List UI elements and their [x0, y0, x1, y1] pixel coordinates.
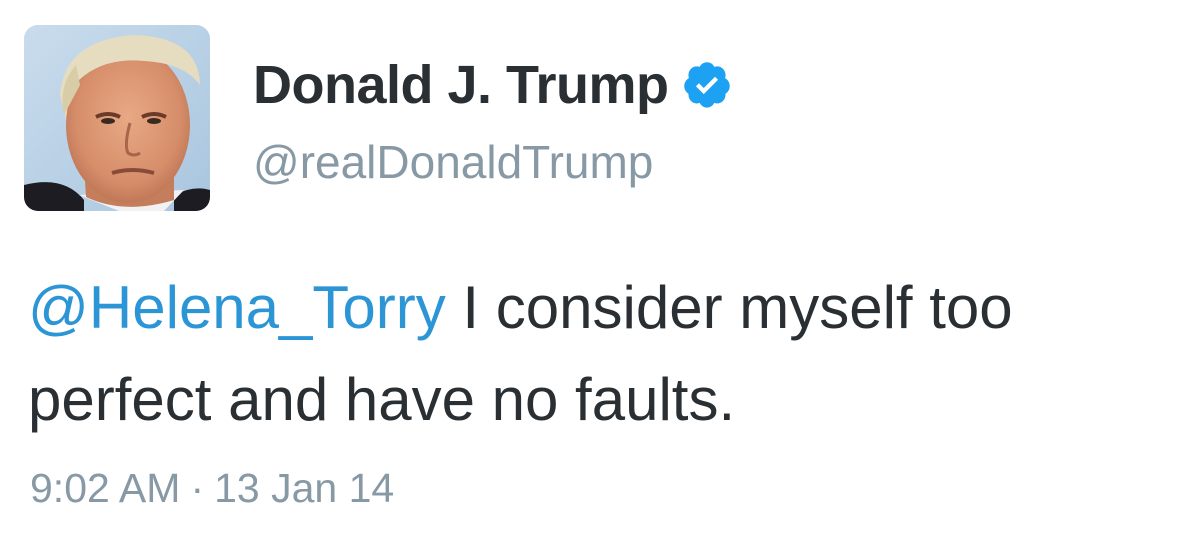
tweet-time: 9:02 AM [30, 465, 181, 511]
tweet-text: @Helena_Torry I consider myself too perf… [28, 262, 1178, 446]
verified-badge-icon [681, 59, 733, 111]
avatar[interactable] [24, 25, 210, 211]
author-handle[interactable]: @realDonaldTrump [253, 132, 653, 192]
tweet-timestamp[interactable]: 9:02 AM · 13 Jan 14 [30, 458, 394, 518]
author-name-row: Donald J. Trump [253, 52, 733, 118]
tweet-date: 13 Jan 14 [214, 465, 395, 511]
mention-link[interactable]: @Helena_Torry [28, 274, 446, 341]
author-display-name[interactable]: Donald J. Trump [253, 52, 669, 118]
timestamp-separator: · [190, 465, 205, 511]
tweet-card: Donald J. Trump @realDonaldTrump @Helena… [0, 0, 1200, 542]
profile-photo [24, 25, 210, 211]
